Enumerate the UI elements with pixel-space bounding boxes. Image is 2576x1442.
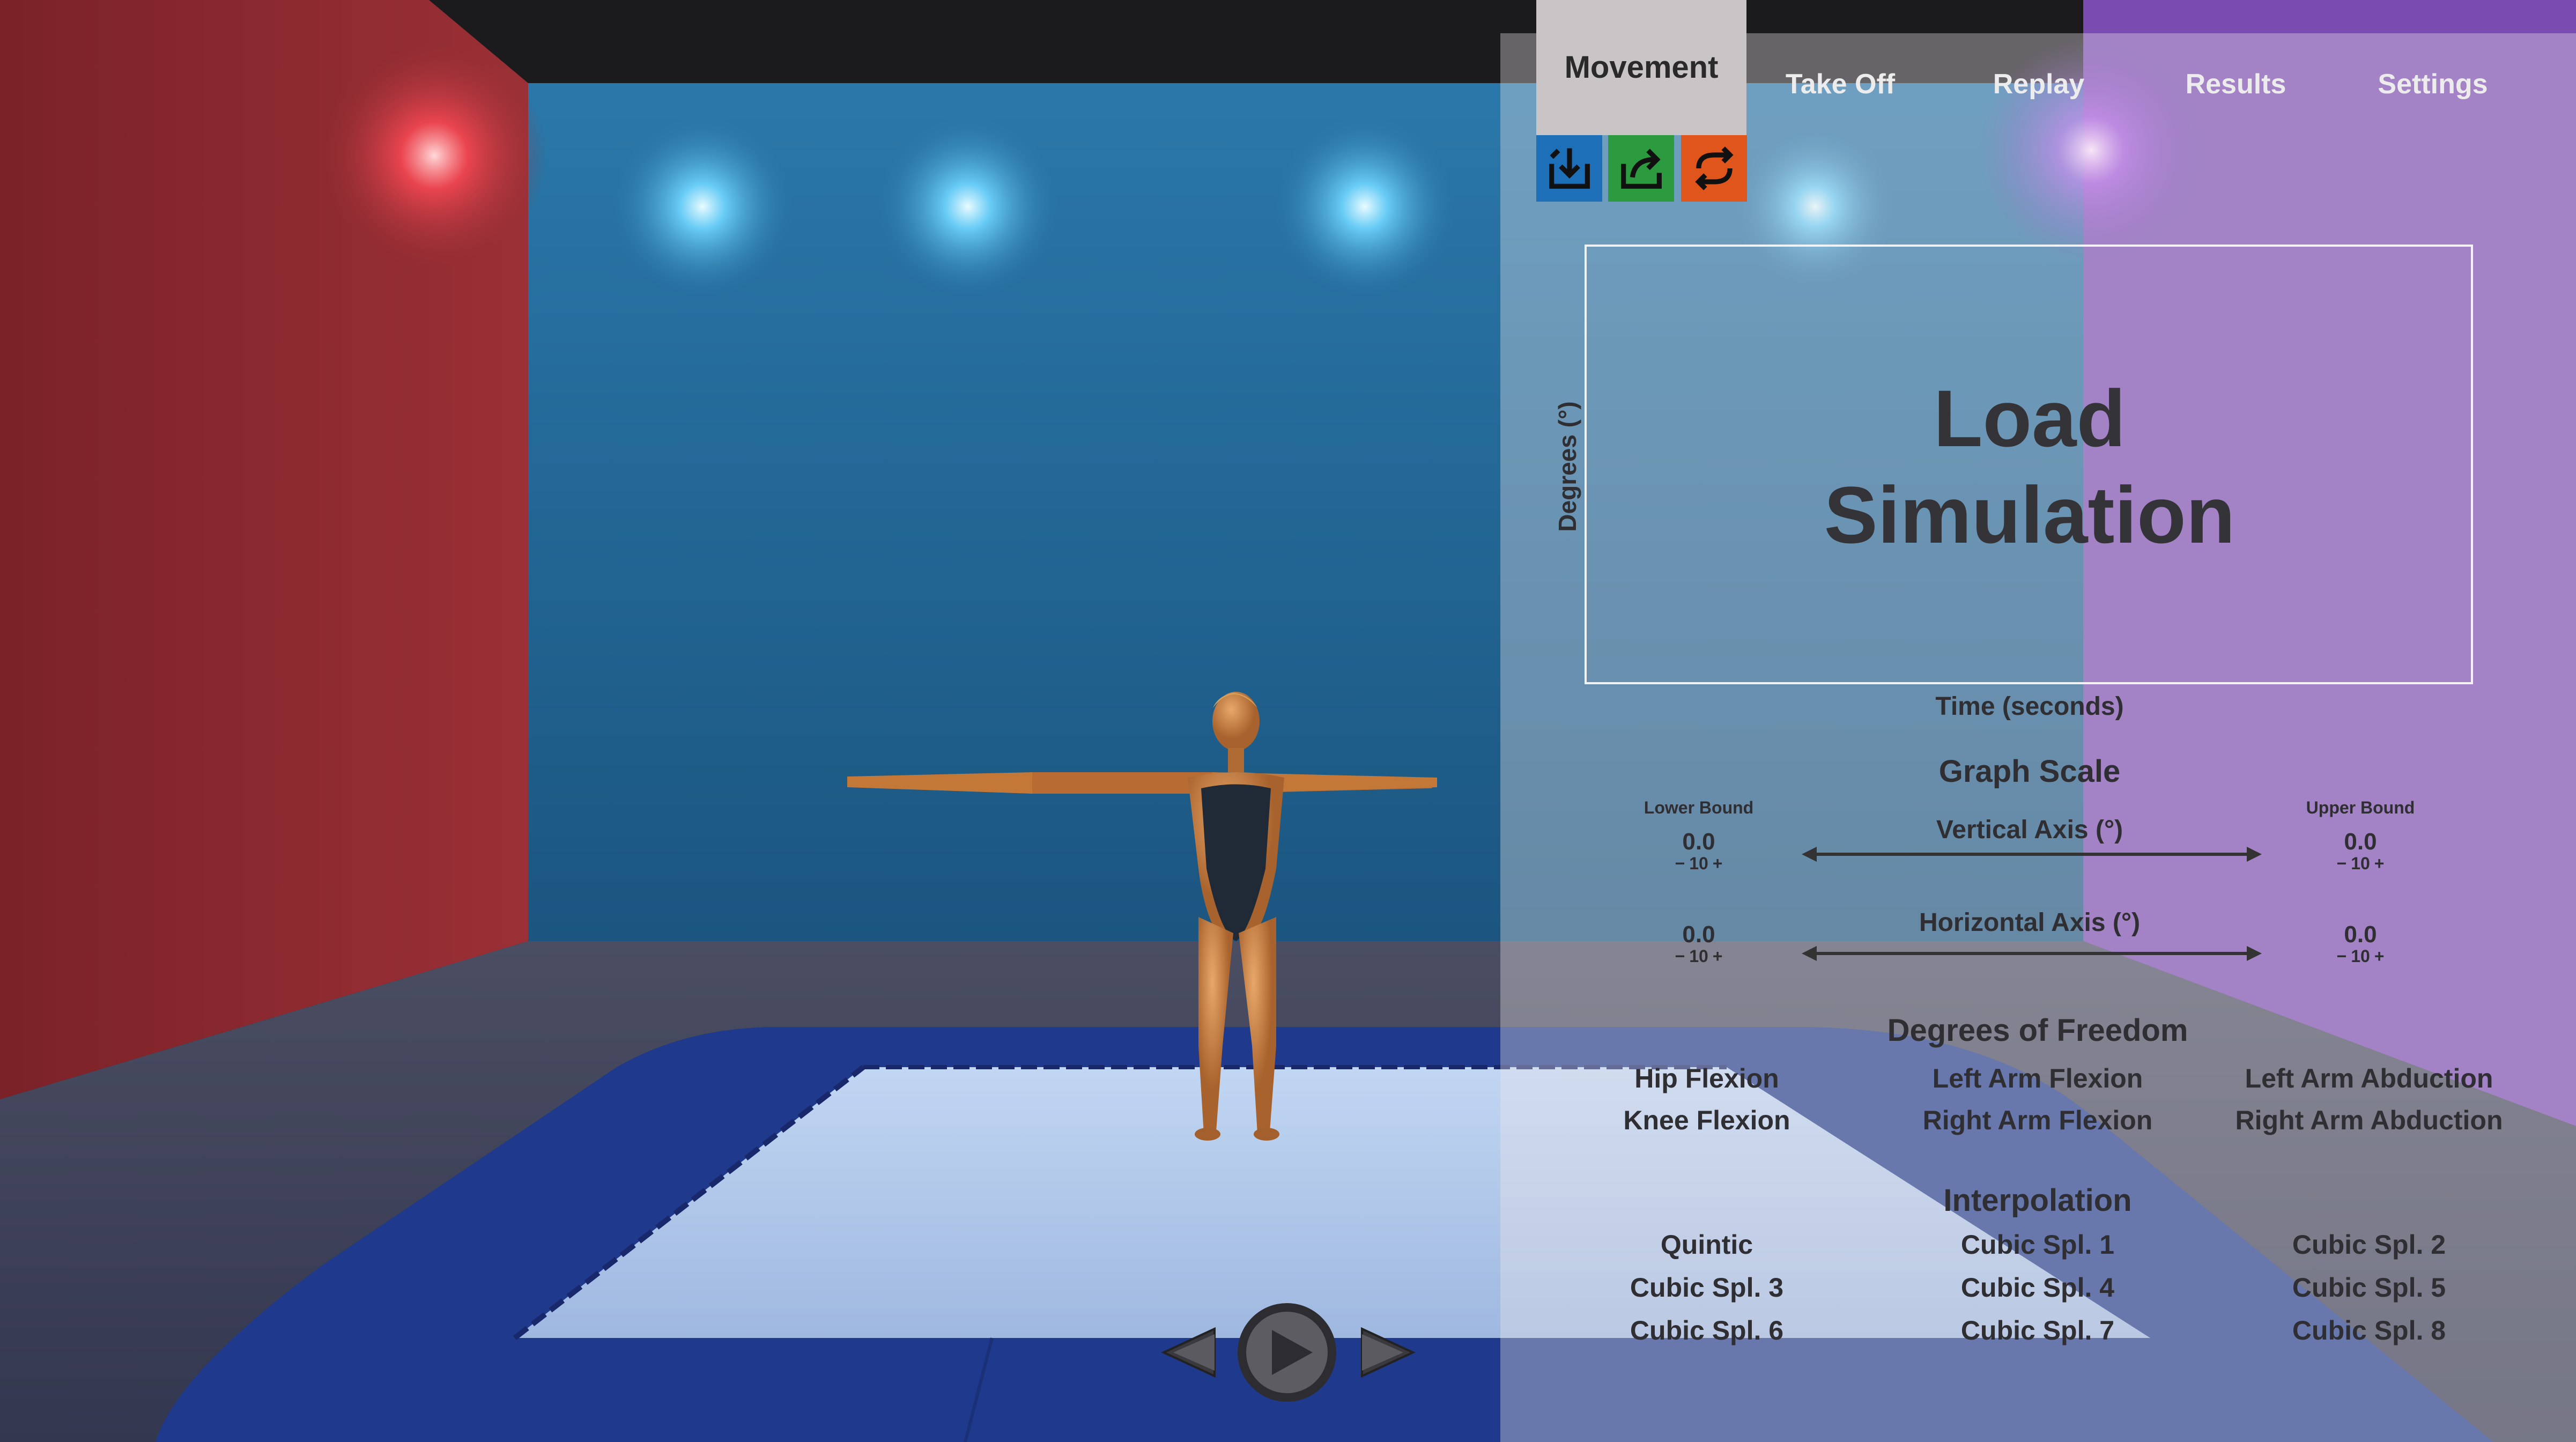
load-icon [1549,148,1590,189]
save-icon [1620,149,1662,189]
interp-cubic-6[interactable]: Cubic Spl. 6 [1630,1315,1783,1346]
horizontal-lower-stepper[interactable]: −10 + [1673,946,1725,966]
load-simulation-line2: Simulation [1824,470,2236,560]
vertical-upper-step: 10 [2351,854,2370,873]
vertical-axis-arrowhead-left [1802,847,1817,862]
horizontal-upper-step: 10 [2351,946,2370,966]
save-button[interactable] [1608,135,1674,202]
vertical-axis-arrow [1811,853,2248,856]
horizontal-upper-stepper[interactable]: −10 + [2335,946,2387,966]
previous-icon[interactable] [1161,1327,1216,1378]
vertical-lower-step: 10 [1689,854,1708,873]
horizontal-axis-arrowhead-left [1802,946,1817,961]
graph-y-axis-label: Degrees (°) [1553,401,1581,532]
reset-icon [1694,146,1734,190]
vertical-upper-value[interactable]: 0.0 [2344,829,2377,855]
dof-knee-flexion[interactable]: Knee Flexion [1623,1105,1790,1136]
tab-settings[interactable]: Settings [2328,33,2537,135]
vertical-lower-value[interactable]: 0.0 [1682,829,1715,855]
load-button[interactable] [1536,135,1602,202]
playback-controls [1161,1303,1416,1402]
load-simulation-line1: Load [1933,373,2126,463]
tab-take-off[interactable]: Take Off [1746,33,1934,135]
dof-hip-flexion[interactable]: Hip Flexion [1634,1063,1779,1094]
vertical-lower-increment[interactable]: + [1711,854,1725,873]
interp-cubic-5[interactable]: Cubic Spl. 5 [2292,1272,2446,1303]
tab-results[interactable]: Results [2143,33,2328,135]
interp-cubic-7[interactable]: Cubic Spl. 7 [1961,1315,2114,1346]
horizontal-upper-value[interactable]: 0.0 [2344,921,2377,948]
interp-cubic-8[interactable]: Cubic Spl. 8 [2292,1315,2446,1346]
graph-scale-title: Graph Scale [1938,754,2121,789]
dof-right-arm-abduction[interactable]: Right Arm Abduction [2236,1105,2503,1136]
degrees-of-freedom-title: Degrees of Freedom [1887,1013,2188,1048]
interp-cubic-1[interactable]: Cubic Spl. 1 [1961,1229,2114,1260]
tab-movement[interactable]: Movement [1536,0,1746,135]
vertical-lower-decrement[interactable]: − [1673,854,1687,873]
vertical-upper-increment[interactable]: + [2372,854,2387,873]
horizontal-upper-decrement[interactable]: − [2335,946,2349,966]
horizontal-lower-decrement[interactable]: − [1673,946,1687,966]
lower-bound-label: Lower Bound [1644,798,1754,817]
next-icon[interactable] [1361,1327,1416,1378]
interp-cubic-2[interactable]: Cubic Spl. 2 [2292,1229,2446,1260]
vertical-axis-arrowhead-right [2247,847,2262,862]
dof-left-arm-abduction[interactable]: Left Arm Abduction [2245,1063,2493,1094]
reset-button[interactable] [1681,135,1747,202]
interp-cubic-4[interactable]: Cubic Spl. 4 [1961,1272,2114,1303]
horizontal-axis-arrow [1811,952,2248,955]
dof-right-arm-flexion[interactable]: Right Arm Flexion [1923,1105,2153,1136]
interpolation-title: Interpolation [1943,1183,2132,1218]
vertical-upper-stepper[interactable]: −10 + [2335,854,2387,874]
dof-left-arm-flexion[interactable]: Left Arm Flexion [1933,1063,2143,1094]
tab-replay[interactable]: Replay [1934,33,2143,135]
play-icon[interactable] [1238,1303,1336,1402]
horizontal-lower-value[interactable]: 0.0 [1682,921,1715,948]
horizontal-upper-increment[interactable]: + [2372,946,2387,966]
horizontal-axis-label: Horizontal Axis (°) [1919,908,2141,937]
interp-cubic-3[interactable]: Cubic Spl. 3 [1630,1272,1783,1303]
horizontal-lower-step: 10 [1689,946,1708,966]
graph-x-axis-label: Time (seconds) [1935,692,2124,721]
vertical-axis-label: Vertical Axis (°) [1936,816,2123,844]
vertical-upper-decrement[interactable]: − [2335,854,2349,873]
upper-bound-label: Upper Bound [2306,798,2415,817]
interp-quintic[interactable]: Quintic [1661,1229,1753,1260]
vertical-lower-stepper[interactable]: −10 + [1673,854,1725,874]
horizontal-axis-arrowhead-right [2247,946,2262,961]
horizontal-lower-increment[interactable]: + [1711,946,1725,966]
